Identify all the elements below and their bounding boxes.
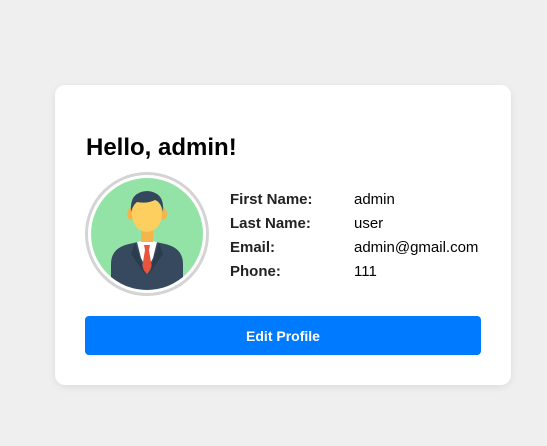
email-row: Email: admin@gmail.com: [230, 236, 478, 260]
profile-details: First Name: admin Last Name: user Email:…: [230, 188, 478, 284]
phone-row: Phone: 111: [230, 260, 478, 284]
last-name-label: Last Name:: [230, 215, 311, 232]
avatar: [85, 172, 209, 296]
first-name-value: admin: [354, 191, 395, 208]
greeting-heading: Hello, admin!: [86, 134, 237, 161]
email-label: Email:: [230, 239, 276, 256]
phone-value: 111: [354, 263, 377, 280]
last-name-row: Last Name: user: [230, 212, 478, 236]
edit-profile-button[interactable]: Edit Profile: [85, 316, 481, 355]
first-name-row: First Name: admin: [230, 188, 478, 212]
email-value: admin@gmail.com: [354, 239, 479, 256]
profile-card: Hello, admin! First Name: admin Last Nam…: [55, 85, 511, 385]
user-avatar-icon: [91, 178, 203, 290]
phone-label: Phone:: [230, 263, 281, 280]
last-name-value: user: [354, 215, 384, 232]
first-name-label: First Name:: [230, 191, 313, 208]
